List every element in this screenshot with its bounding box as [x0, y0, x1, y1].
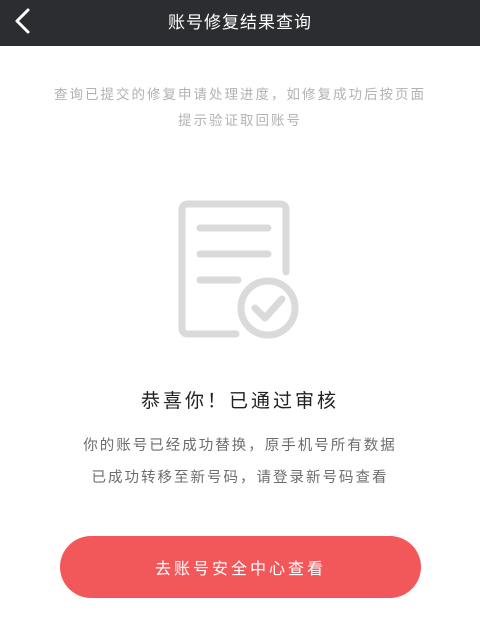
- result-detail: 你的账号已经成功替换，原手机号所有数据 已成功转移至新号码，请登录新号码查看: [0, 430, 480, 494]
- document-check-icon: [176, 198, 304, 340]
- go-security-center-button[interactable]: 去账号安全中心查看: [60, 536, 421, 598]
- detail-line-2: 已成功转移至新号码，请登录新号码查看: [91, 470, 389, 486]
- result-headline: 恭喜你！已通过审核: [140, 390, 339, 412]
- detail-line-1: 你的账号已经成功替换，原手机号所有数据: [83, 438, 397, 454]
- top-bar: 账号修复结果查询: [0, 0, 480, 46]
- progress-notice: 查询已提交的修复申请处理进度，如修复成功后按页面 提示验证取回账号: [20, 82, 460, 134]
- page-title: 账号修复结果查询: [168, 13, 312, 33]
- notice-line-2: 提示验证取回账号: [178, 113, 302, 129]
- notice-line-1: 查询已提交的修复申请处理进度，如修复成功后按页面: [54, 87, 426, 103]
- screen: 账号修复结果查询 查询已提交的修复申请处理进度，如修复成功后按页面 提示验证取回…: [0, 0, 480, 619]
